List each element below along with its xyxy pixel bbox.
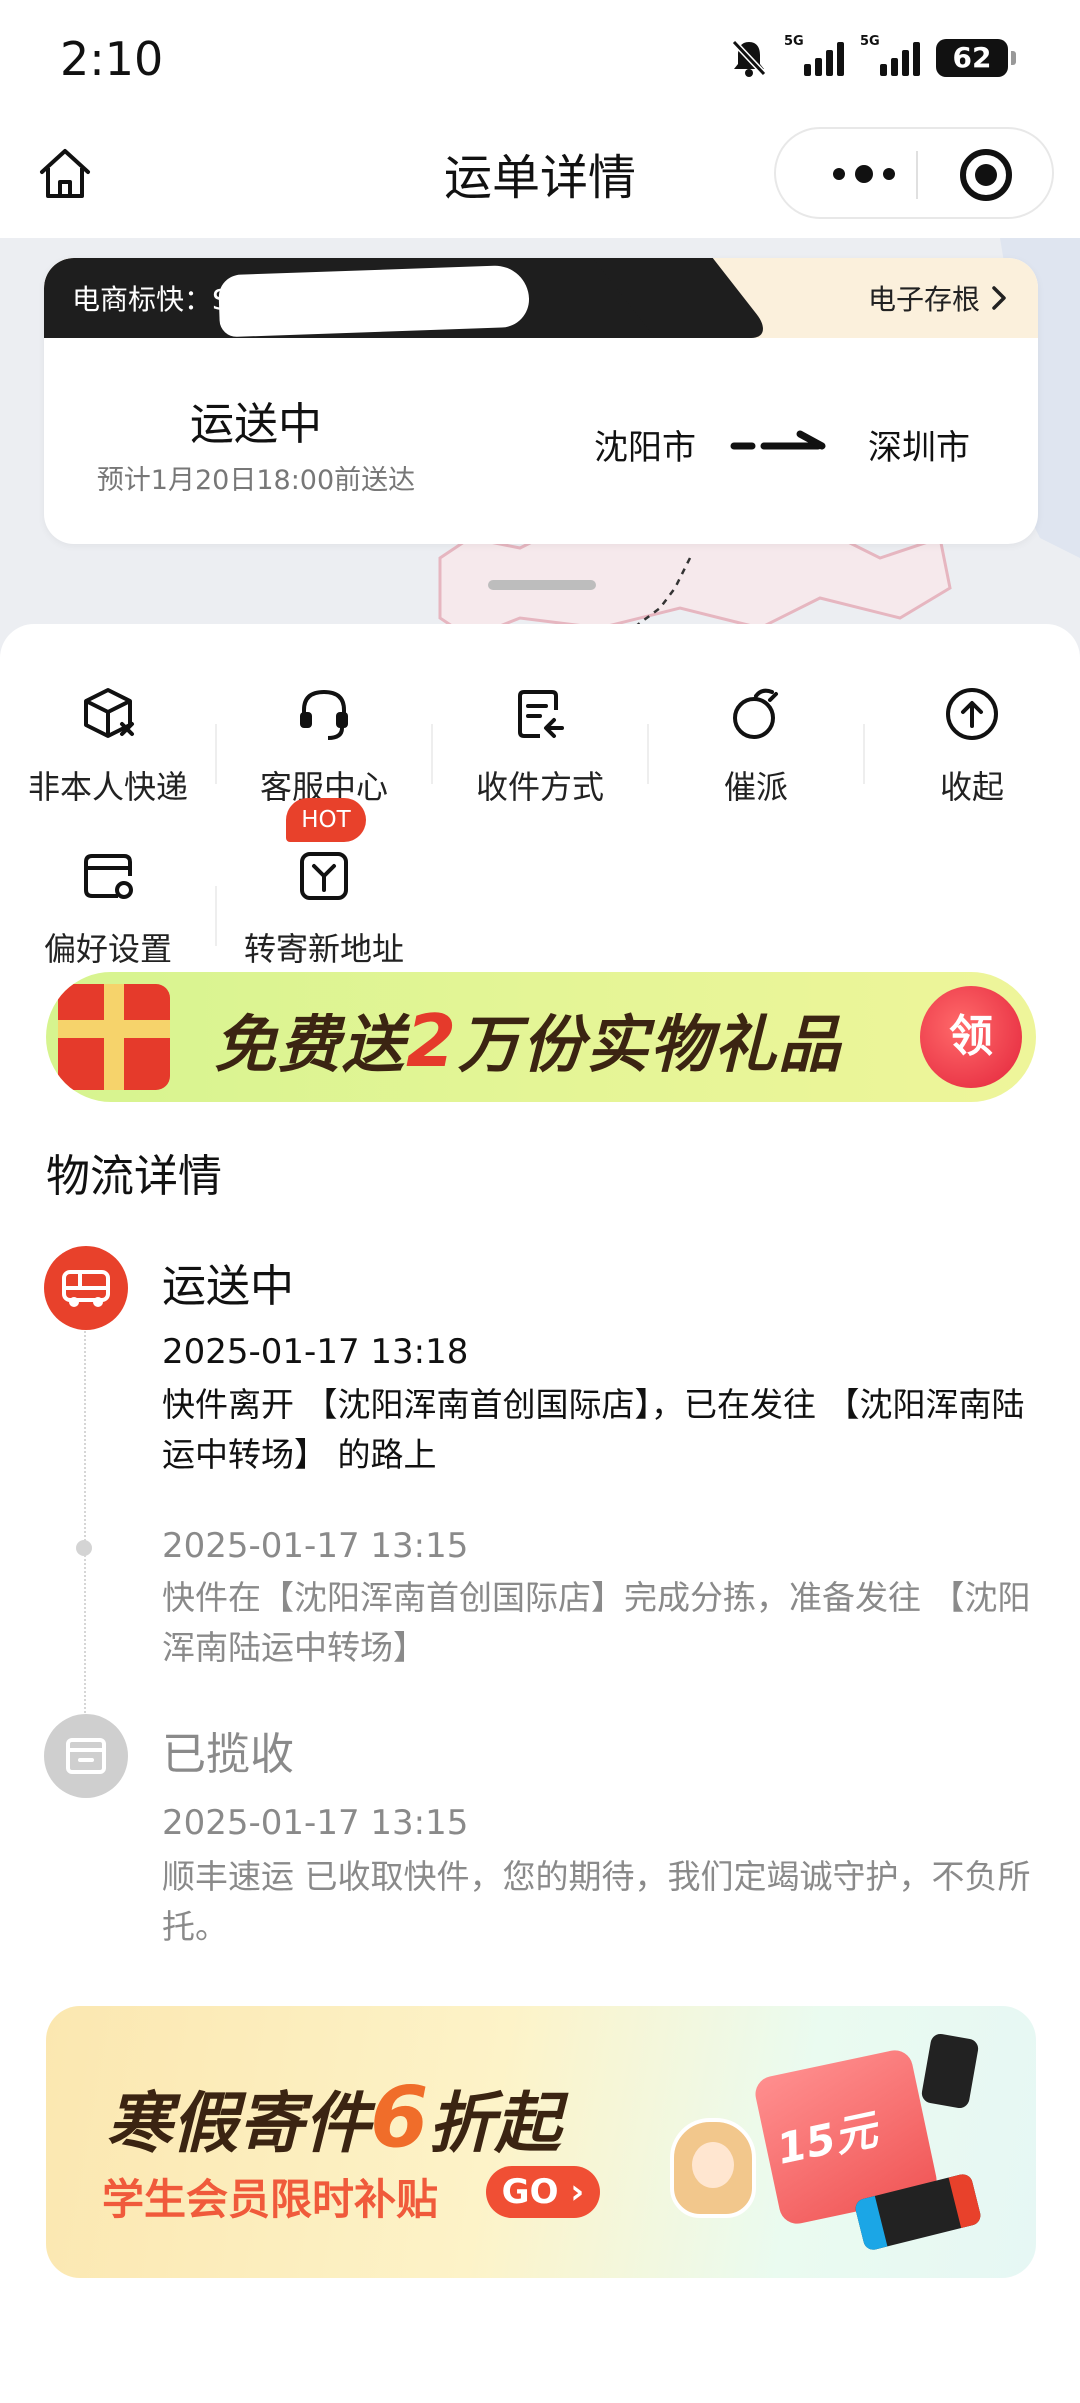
- gift-box-icon: [58, 984, 170, 1090]
- shipment-status-title: 运送中: [190, 399, 322, 450]
- gift-promo-banner[interactable]: 免费送2万份实物礼品 领: [46, 972, 1036, 1102]
- shipment-status: 运送中 预计1月20日18:00前送达: [44, 338, 468, 544]
- truck-icon: [44, 1246, 128, 1330]
- status-icons: 5G 5G 62: [730, 34, 1016, 78]
- timeline-dot: [76, 1540, 92, 1556]
- e-receipt-label: 电子存根: [867, 283, 980, 316]
- waybill-card-header: 电商标快：S 电子存根: [44, 258, 1038, 338]
- mute-bell-icon: [731, 39, 767, 77]
- route-arrow-icon: [730, 430, 826, 450]
- action-label: 非本人快递: [27, 768, 188, 806]
- claim-button[interactable]: 领: [920, 986, 1022, 1088]
- close-miniapp-icon[interactable]: [960, 149, 1012, 201]
- home-icon[interactable]: [34, 142, 96, 204]
- signal-2-tag: 5G: [860, 34, 880, 49]
- package-x-icon: [84, 688, 134, 738]
- origin-city: 沈阳市: [594, 428, 696, 468]
- action-preferences[interactable]: 偏好设置: [0, 816, 216, 968]
- destination-city: 深圳市: [868, 428, 970, 468]
- copy-icon[interactable]: [490, 284, 518, 314]
- battery-level: 62: [936, 39, 1008, 77]
- signal-1-icon: 5G: [784, 34, 844, 76]
- suitcase-icon: [920, 2032, 980, 2110]
- event-time: 2025-01-17 13:15: [162, 1526, 469, 1566]
- action-label: 收起: [939, 768, 1004, 806]
- arrow-up-circle-icon: [946, 688, 998, 740]
- waybill-card: 电商标快：S 电子存根 运送中 预计1月20日18:00前送达 沈阳市 深圳市: [44, 258, 1038, 544]
- action-receive-method[interactable]: 收件方式: [432, 654, 648, 806]
- signal-1-tag: 5G: [784, 34, 804, 49]
- headset-icon: [300, 689, 348, 740]
- gift-promo-text: 免费送2万份实物礼品: [214, 999, 843, 1083]
- fork-icon: [300, 852, 348, 900]
- action-urge-delivery[interactable]: 催派: [648, 654, 864, 806]
- action-label: 催派: [723, 768, 788, 806]
- event-time: 2025-01-17 13:18: [162, 1332, 469, 1372]
- edit-doc-icon: [518, 690, 564, 738]
- redacted-waybill-number: [218, 264, 530, 338]
- event-description: 快件在【沈阳浑南首创国际店】完成分拣，准备发往 【沈阳浑南陆运中转场】: [162, 1578, 1031, 1667]
- nav-bar: 运单详情: [0, 120, 1080, 238]
- action-label: 偏好设置: [43, 930, 172, 968]
- winter-promo-title: 寒假寄件6折起: [106, 2068, 561, 2166]
- event-title: 已揽收: [162, 1729, 294, 1780]
- package-collected-icon: [44, 1714, 128, 1798]
- chevron-right-icon: [992, 286, 1006, 310]
- signal-2-icon: 5G: [860, 34, 920, 76]
- capsule-divider: [916, 151, 918, 199]
- action-collapse[interactable]: 收起: [864, 654, 1080, 806]
- logistics-section-title: 物流详情: [46, 1151, 222, 1202]
- e-receipt-link[interactable]: 电子存根: [868, 278, 1008, 318]
- action-customer-service[interactable]: 客服中心: [216, 654, 432, 806]
- hot-badge: HOT: [286, 798, 366, 842]
- go-button[interactable]: GO ›: [486, 2166, 600, 2218]
- waybill-number-label: 电商标快：S: [72, 283, 230, 316]
- timeline-line: [84, 1300, 86, 1720]
- stopwatch-icon: [733, 688, 778, 739]
- winter-promo-subtitle: 学生会员限时补贴: [102, 2175, 439, 2224]
- mascot-icon: [670, 2118, 756, 2218]
- action-not-my-parcel[interactable]: 非本人快递: [0, 654, 216, 806]
- event-time: 2025-01-17 13:15: [162, 1803, 469, 1843]
- shipment-route: 沈阳市 深圳市: [468, 338, 1038, 544]
- sheet-drag-handle[interactable]: [488, 580, 596, 590]
- more-icon[interactable]: [814, 149, 914, 199]
- winter-promo-banner[interactable]: 寒假寄件6折起 学生会员限时补贴 GO › 15元: [46, 2006, 1036, 2278]
- status-time: 2:10: [60, 32, 164, 86]
- event-title: 运送中: [162, 1261, 294, 1312]
- miniapp-capsule: [774, 127, 1054, 219]
- event-description: 快件离开 【沈阳浑南首创国际店】，已在发往 【沈阳浑南陆运中转场】 的路上: [162, 1385, 1025, 1474]
- battery-icon: 62: [936, 39, 1016, 77]
- preference-icon: [84, 854, 133, 899]
- estimated-delivery: 预计1月20日18:00前送达: [96, 465, 416, 496]
- action-label: 收件方式: [475, 768, 604, 806]
- action-label: 转寄新地址: [243, 930, 404, 968]
- event-description: 顺丰速运 已收取快件，您的期待，我们定竭诚守护，不负所托。: [162, 1857, 1031, 1946]
- status-bar: 2:10 5G 5G 62: [0, 0, 1080, 120]
